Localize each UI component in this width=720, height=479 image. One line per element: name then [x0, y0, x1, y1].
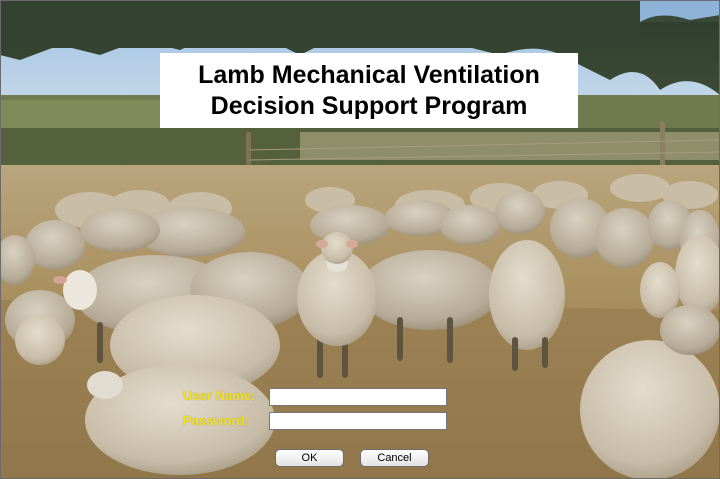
ok-button[interactable]: OK [275, 449, 344, 467]
username-label: User Name: [183, 388, 256, 403]
title-banner: Lamb Mechanical Ventilation Decision Sup… [160, 53, 578, 128]
cancel-button[interactable]: Cancel [360, 449, 429, 467]
username-input[interactable] [269, 388, 447, 406]
password-input[interactable] [269, 412, 447, 430]
title-line-1: Lamb Mechanical Ventilation [198, 60, 540, 89]
password-label: Password: [183, 413, 249, 428]
title-line-2: Decision Support Program [210, 91, 528, 120]
